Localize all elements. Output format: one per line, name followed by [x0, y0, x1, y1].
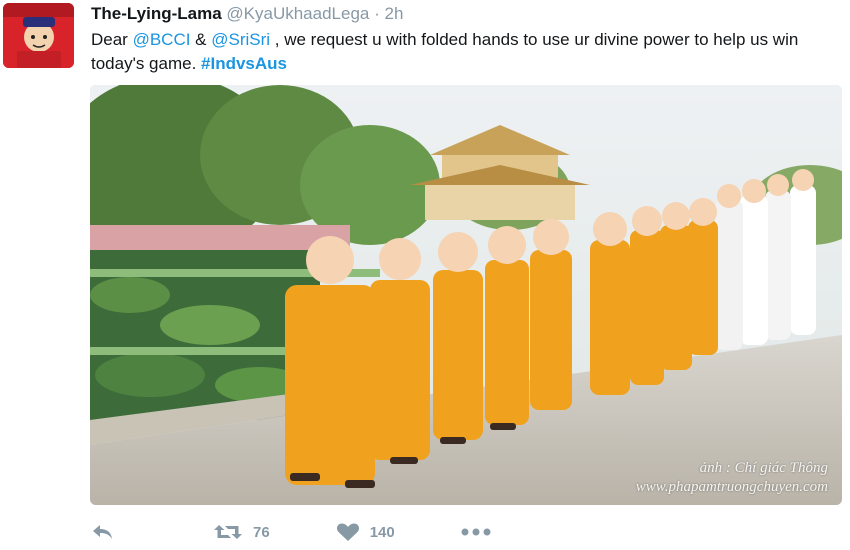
heart-icon: [336, 523, 359, 541]
like-count: 140: [369, 523, 395, 541]
tweet-actions: 76 140: [91, 520, 491, 544]
tweet-photo[interactable]: ảnh : Chí giác Thông www.phapamtruongchu…: [90, 85, 842, 505]
retweet-count: 76: [253, 523, 270, 541]
reply-arrow-icon: [93, 525, 112, 539]
separator: ·: [374, 4, 380, 23]
avatar-image: [3, 3, 74, 68]
tweet-text-part: &: [190, 30, 212, 49]
like-button[interactable]: 140: [336, 522, 395, 542]
tweet-text-part: Dear: [91, 30, 133, 49]
user-handle[interactable]: @KyaUkhaadLega: [226, 4, 369, 23]
ellipsis-icon: [461, 528, 491, 536]
watermark-line: www.phapamtruongchuyen.com: [635, 479, 828, 495]
timestamp[interactable]: 2h: [385, 4, 404, 23]
photo-watermark: ảnh : Chí giác Thông www.phapamtruongchu…: [636, 459, 828, 497]
tweet-text: Dear @BCCI & @SriSri , we request u with…: [91, 28, 841, 76]
avatar[interactable]: [3, 3, 74, 68]
hashtag[interactable]: #IndvsAus: [201, 54, 287, 73]
more-button[interactable]: [461, 528, 491, 536]
retweet-button[interactable]: 76: [213, 522, 270, 542]
watermark-line: ảnh : Chí giác Thông: [699, 460, 828, 476]
mention-bcci[interactable]: @BCCI: [133, 30, 191, 49]
mention-srisri[interactable]: @SriSri: [211, 30, 270, 49]
retweet-icon: [214, 525, 242, 539]
display-name[interactable]: The-Lying-Lama: [91, 4, 222, 23]
reply-button[interactable]: [91, 523, 115, 541]
tweet-header: The-Lying-Lama @KyaUkhaadLega · 2h: [91, 4, 403, 24]
photo-scene: [90, 85, 842, 505]
